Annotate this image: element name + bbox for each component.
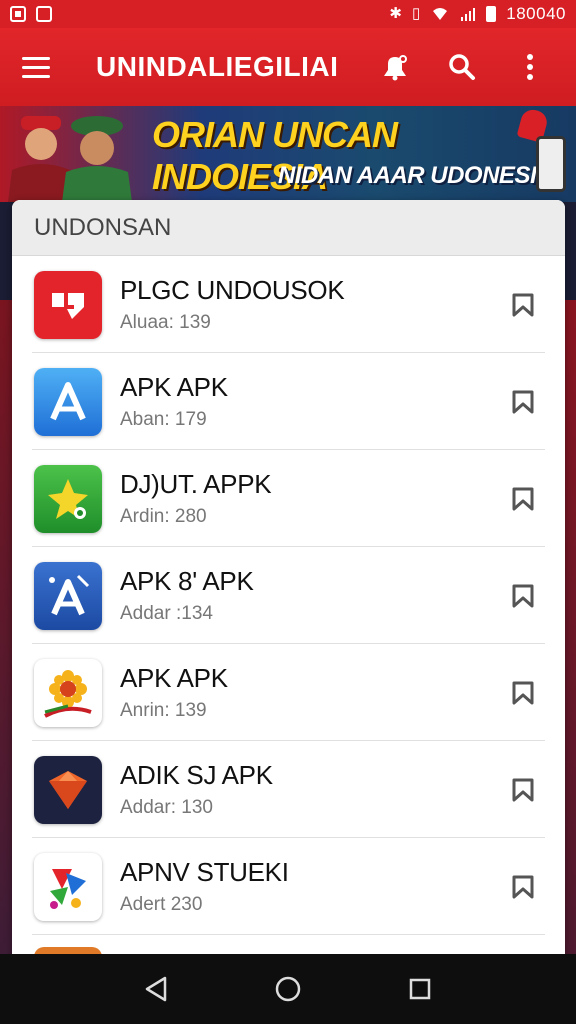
home-icon xyxy=(275,976,301,1002)
app-meta: Aban: 179 xyxy=(120,409,207,430)
vibrate-icon: ▯ xyxy=(412,5,421,22)
home-button[interactable] xyxy=(264,965,312,1013)
app-text: APK APK Anrin: 139 xyxy=(120,663,503,722)
menu-icon-line xyxy=(22,65,50,69)
blue-a-tools-icon xyxy=(34,561,102,630)
recents-icon xyxy=(409,978,431,1000)
app-text: PLGC UNDOUSOK Aluaa: 139 xyxy=(120,275,503,334)
list-item[interactable]: ADIK SJ APK Addar: 130 xyxy=(12,741,565,838)
menu-icon-line xyxy=(22,56,50,60)
bookmark-icon xyxy=(512,875,534,898)
officer-figure-icon xyxy=(62,116,132,202)
app-meta: Anrin: 139 xyxy=(120,700,207,721)
app-title: UNINDALIEGILIAI xyxy=(96,51,339,82)
app-list: PLGC UNDOUSOK Aluaa: 139 APK APK Aban: 1… xyxy=(12,256,565,935)
side-decoration-right xyxy=(564,300,576,1000)
list-item[interactable]: APK 8' APK Addar :134 xyxy=(12,547,565,644)
status-bar: ✱ ▯ 180040 xyxy=(0,0,576,28)
menu-button[interactable] xyxy=(22,45,66,89)
bluetooth-icon: ✱ xyxy=(389,5,402,22)
orange-gem-icon xyxy=(34,755,102,824)
app-name: APK APK xyxy=(120,372,228,402)
back-button[interactable] xyxy=(132,965,180,1013)
bookmark-icon xyxy=(512,487,534,510)
app-name: APK APK xyxy=(120,663,228,693)
phone-icon xyxy=(536,136,566,192)
notifications-button[interactable] xyxy=(372,45,416,89)
gallery-icon xyxy=(36,6,52,22)
app-list-panel: UNDONSAN PLGC UNDOUSOK Aluaa: 139 APK AP… xyxy=(12,200,565,960)
bell-icon xyxy=(384,55,407,81)
app-text: APK APK Aban: 179 xyxy=(120,372,503,431)
bookmark-icon xyxy=(512,681,534,704)
app-name: ADIK SJ APK xyxy=(120,760,273,790)
app-meta: Addar: 130 xyxy=(120,797,213,818)
green-star-icon xyxy=(34,464,102,533)
notification-icon xyxy=(10,6,26,22)
app-meta: Addar :134 xyxy=(120,603,213,624)
recents-button[interactable] xyxy=(396,965,444,1013)
bookmark-button[interactable] xyxy=(503,382,543,422)
list-item[interactable]: DJ)UT. APPK Ardin: 280 xyxy=(12,450,565,547)
red-download-icon xyxy=(34,270,102,339)
signal-icon xyxy=(461,8,476,21)
bookmark-icon xyxy=(512,584,534,607)
list-item[interactable]: APK APK Aban: 179 xyxy=(12,353,565,450)
bookmark-button[interactable] xyxy=(503,770,543,810)
back-icon xyxy=(145,976,167,1002)
banner-subtitle: NIDAN AAAR UDONESIC xyxy=(278,162,553,189)
bookmark-button[interactable] xyxy=(503,285,543,325)
app-name: APK 8' APK xyxy=(120,566,254,596)
status-right: ✱ ▯ 180040 xyxy=(389,4,566,24)
sunflower-icon xyxy=(34,658,102,727)
navigation-bar xyxy=(0,954,576,1024)
blue-a-icon xyxy=(34,367,102,436)
search-button[interactable] xyxy=(440,45,484,89)
status-left xyxy=(10,6,52,22)
bookmark-button[interactable] xyxy=(503,673,543,713)
more-vert-icon xyxy=(527,54,533,80)
status-time: 180040 xyxy=(506,4,566,23)
app-name: APNV STUEKI xyxy=(120,857,289,887)
app-meta: Aluaa: 139 xyxy=(120,312,211,333)
list-item[interactable]: APNV STUEKI Adert 230 xyxy=(12,838,565,935)
app-name: DJ)UT. APPK xyxy=(120,469,272,499)
app-text: ADIK SJ APK Addar: 130 xyxy=(120,760,503,819)
bookmark-button[interactable] xyxy=(503,576,543,616)
menu-icon-line xyxy=(22,74,50,78)
colorful-shapes-icon xyxy=(34,852,102,921)
app-text: DJ)UT. APPK Ardin: 280 xyxy=(120,469,503,528)
battery-icon xyxy=(486,6,497,22)
bookmark-icon xyxy=(512,390,534,413)
search-icon xyxy=(449,54,475,80)
bookmark-icon xyxy=(512,293,534,316)
side-decoration-left xyxy=(0,300,12,1000)
app-text: APK 8' APK Addar :134 xyxy=(120,566,503,625)
bookmark-button[interactable] xyxy=(503,867,543,907)
list-item[interactable]: APK APK Anrin: 139 xyxy=(12,644,565,741)
app-meta: Adert 230 xyxy=(120,894,203,915)
promo-banner[interactable]: ORIAN UNCAN INDOIESIA NIDAN AAAR UDONESI… xyxy=(0,106,576,202)
app-text: APNV STUEKI Adert 230 xyxy=(120,857,503,916)
more-options-button[interactable] xyxy=(508,45,552,89)
list-header: UNDONSAN xyxy=(12,200,565,256)
list-item[interactable]: PLGC UNDOUSOK Aluaa: 139 xyxy=(12,256,565,353)
bookmark-icon xyxy=(512,778,534,801)
app-name: PLGC UNDOUSOK xyxy=(120,275,345,305)
app-bar: UNINDALIEGILIAI xyxy=(0,28,576,106)
wifi-icon xyxy=(433,8,448,20)
app-meta: Ardin: 280 xyxy=(120,506,207,527)
bookmark-button[interactable] xyxy=(503,479,543,519)
